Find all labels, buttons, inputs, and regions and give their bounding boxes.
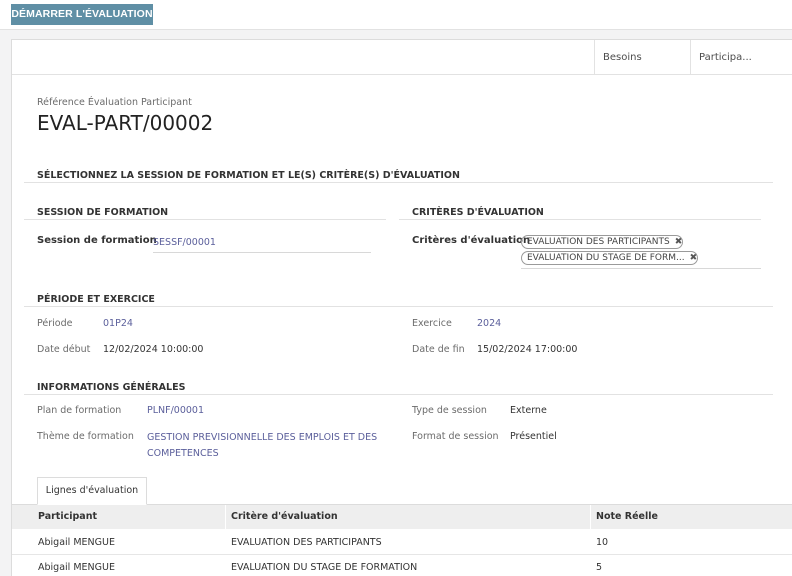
note-cell: 10 [596, 537, 609, 548]
column-separator [590, 505, 591, 529]
remove-tag-icon[interactable]: ✖ [675, 236, 683, 248]
exercice-label: Exercice [412, 318, 452, 329]
type-session-value: Externe [510, 405, 547, 416]
remove-tag-icon[interactable]: ✖ [690, 252, 698, 264]
session-field-value[interactable]: SESSF/00001 [153, 237, 216, 248]
plan-label: Plan de formation [37, 405, 122, 416]
form-sheet: Besoins Participa... Référence Évaluatio… [11, 39, 792, 576]
main-section-separator [24, 182, 773, 183]
criteria-tag[interactable]: EVALUATION DU STAGE DE FORM... ✖ [521, 251, 699, 265]
reference-label: Référence Évaluation Participant [37, 97, 192, 108]
date-debut-label: Date début [37, 344, 91, 355]
periode-label: Période [37, 318, 73, 329]
criteria-field-label: Critères d'évaluation [412, 235, 531, 246]
format-session-label: Format de session [412, 431, 499, 442]
table-row[interactable]: Abigail MENGUE EVALUATION DES PARTICIPAN… [12, 530, 792, 555]
exercice-value[interactable]: 2024 [477, 318, 501, 329]
date-fin-value: 15/02/2024 17:00:00 [477, 344, 578, 355]
session-group-title: SESSION DE FORMATION [37, 207, 169, 218]
criteria-group-separator [399, 219, 761, 220]
session-field-underline [153, 252, 371, 253]
control-panel: DÉMARRER L'ÉVALUATION [0, 0, 792, 30]
session-group-separator [24, 219, 386, 220]
general-section-separator [24, 394, 773, 395]
start-evaluation-button[interactable]: DÉMARRER L'ÉVALUATION [11, 4, 153, 25]
period-section-separator [24, 306, 773, 307]
session-field-label: Session de formation [37, 235, 157, 246]
main-section-title: SÉLECTIONNEZ LA SESSION DE FORMATION ET … [37, 170, 460, 181]
tab-lignes-evaluation[interactable]: Lignes d'évaluation [37, 477, 147, 505]
critere-cell: EVALUATION DES PARTICIPANTS [231, 537, 382, 548]
type-session-label: Type de session [412, 405, 487, 416]
criteria-tag[interactable]: EVALUATION DES PARTICIPANTS ✖ [521, 235, 684, 249]
criteria-group-title: CRITÈRES D'ÉVALUATION [412, 207, 544, 218]
participant-cell: Abigail MENGUE [38, 562, 115, 573]
column-header-participant[interactable]: Participant [38, 505, 97, 529]
critere-cell: EVALUATION DU STAGE DE FORMATION [231, 562, 418, 573]
theme-value[interactable]: GESTION PREVISIONNELLE DES EMPLOIS ET DE… [147, 430, 397, 462]
evaluation-lines-header: Participant Critère d'évaluation Note Ré… [12, 505, 792, 529]
reference-value: EVAL-PART/00002 [37, 111, 214, 135]
participants-smart-button[interactable]: Participa... [690, 40, 792, 75]
smart-button-bar: Besoins Participa... [12, 40, 792, 75]
column-header-critere[interactable]: Critère d'évaluation [231, 505, 338, 529]
column-separator [225, 505, 226, 529]
participant-cell: Abigail MENGUE [38, 537, 115, 548]
general-section-title: INFORMATIONS GÉNÉRALES [37, 382, 186, 393]
theme-label: Thème de formation [37, 431, 134, 442]
column-header-note[interactable]: Note Réelle [596, 505, 658, 529]
criteria-field-underline [521, 268, 761, 269]
period-section-title: PÉRIODE ET EXERCICE [37, 294, 155, 305]
besoins-smart-button[interactable]: Besoins [594, 40, 690, 75]
criteria-tag-text: EVALUATION DES PARTICIPANTS [527, 237, 670, 247]
criteria-tag-text: EVALUATION DU STAGE DE FORM... [527, 253, 685, 263]
date-debut-value: 12/02/2024 10:00:00 [103, 344, 204, 355]
plan-value[interactable]: PLNF/00001 [147, 405, 204, 416]
periode-value[interactable]: 01P24 [103, 318, 133, 329]
format-session-value: Présentiel [510, 431, 557, 442]
date-fin-label: Date de fin [412, 344, 465, 355]
note-cell: 5 [596, 562, 603, 573]
table-row[interactable]: Abigail MENGUE EVALUATION DU STAGE DE FO… [12, 555, 792, 576]
